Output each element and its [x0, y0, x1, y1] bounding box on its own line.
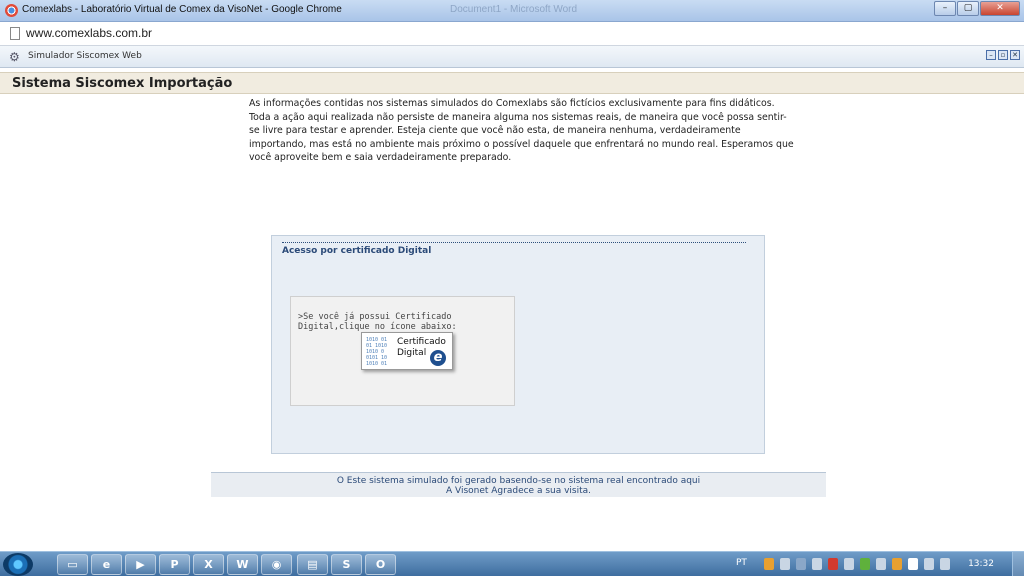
binary-pattern-graphic: 1010 01 01 1010 1010 0 0101 10 1010 01: [366, 337, 388, 367]
network-icon[interactable]: [924, 558, 934, 570]
intro-line-1: As informações contidas nos sistemas sim…: [249, 98, 775, 109]
tray-icon[interactable]: [844, 558, 854, 570]
excel-taskbar-icon[interactable]: X: [193, 554, 224, 575]
intro-text: As informações contidas nos sistemas sim…: [249, 97, 794, 165]
explorer-taskbar-icon[interactable]: ▭: [57, 554, 88, 575]
tray-icon[interactable]: [876, 558, 886, 570]
tray-icon[interactable]: [860, 558, 870, 570]
tray-icon[interactable]: [892, 558, 902, 570]
show-desktop-button[interactable]: [1012, 552, 1024, 576]
certificate-box: >Se você já possui Certificado Digital,c…: [290, 296, 515, 406]
tray-icon[interactable]: [812, 558, 822, 570]
tray-icon[interactable]: [764, 558, 774, 570]
folder-taskbar-icon[interactable]: ▤: [297, 554, 328, 575]
footer-line-2: A Visonet Agradece a sua visita.: [445, 486, 592, 496]
gear-icon[interactable]: ⚙: [9, 50, 20, 64]
address-bar: www.comexlabs.com.br: [0, 22, 1024, 46]
window-title-bar: Comexlabs - Laboratório Virtual de Comex…: [0, 0, 1024, 22]
chrome-icon: [5, 4, 18, 17]
volume-icon[interactable]: [940, 558, 950, 570]
certificate-button-line-1: Certificado: [397, 337, 446, 347]
media-player-taskbar-icon[interactable]: ▶: [125, 554, 156, 575]
app-header-label: Simulador Siscomex Web: [28, 51, 142, 61]
url-field[interactable]: www.comexlabs.com.br: [26, 26, 152, 40]
page-footer: O Este sistema simulado foi gerado basen…: [211, 472, 826, 497]
certificate-instruction: >Se você já possui Certificado Digital,c…: [298, 312, 457, 332]
taskbar: ▭ e ▶ P X W ◉ ▤ S O PT 13:32: [0, 551, 1024, 576]
panel-minimize-button[interactable]: –: [986, 50, 996, 60]
powerpoint-taskbar-icon[interactable]: P: [159, 554, 190, 575]
tray-icon[interactable]: [796, 558, 806, 570]
maximize-button[interactable]: ▢: [957, 1, 979, 16]
app-header: ⚙ Simulador Siscomex Web – ▫ ✕: [0, 46, 1024, 68]
outlook-taskbar-icon[interactable]: O: [365, 554, 396, 575]
close-button[interactable]: ✕: [980, 1, 1020, 16]
window-title: Comexlabs - Laboratório Virtual de Comex…: [22, 4, 342, 15]
panel-title: Acesso por certificado Digital: [282, 246, 432, 256]
page-title-bar: Sistema Siscomex Importação: [0, 72, 1024, 94]
start-button[interactable]: [3, 553, 33, 576]
page-icon: [10, 27, 20, 40]
intro-line-2: Toda a ação aqui realizada não persiste …: [249, 111, 794, 164]
word-taskbar-icon[interactable]: W: [227, 554, 258, 575]
tray-icon[interactable]: [828, 558, 838, 570]
digital-certificate-button[interactable]: 1010 01 01 1010 1010 0 0101 10 1010 01 C…: [361, 332, 453, 370]
footer-line-1: O Este sistema simulado foi gerado basen…: [211, 476, 826, 486]
clock[interactable]: 13:32: [968, 559, 994, 569]
footer-text: O Este sistema simulado foi gerado basen…: [336, 476, 681, 486]
minimize-button[interactable]: –: [934, 1, 956, 16]
footer-link[interactable]: aqui: [681, 476, 700, 486]
dotted-divider: [282, 242, 746, 243]
ie-taskbar-icon[interactable]: e: [91, 554, 122, 575]
page-title: Sistema Siscomex Importação: [12, 76, 233, 91]
system-tray: PT 13:32: [724, 552, 1024, 576]
skype-taskbar-icon[interactable]: S: [331, 554, 362, 575]
tray-icon[interactable]: [780, 558, 790, 570]
background-window-title: Document1 - Microsoft Word: [450, 4, 578, 15]
access-panel: Acesso por certificado Digital >Se você …: [271, 235, 765, 454]
e-cert-icon: e: [430, 350, 446, 366]
language-indicator[interactable]: PT: [736, 558, 747, 568]
panel-close-button[interactable]: ✕: [1010, 50, 1020, 60]
flag-icon[interactable]: [908, 558, 918, 570]
panel-restore-button[interactable]: ▫: [998, 50, 1008, 60]
chrome-taskbar-icon[interactable]: ◉: [261, 554, 292, 575]
